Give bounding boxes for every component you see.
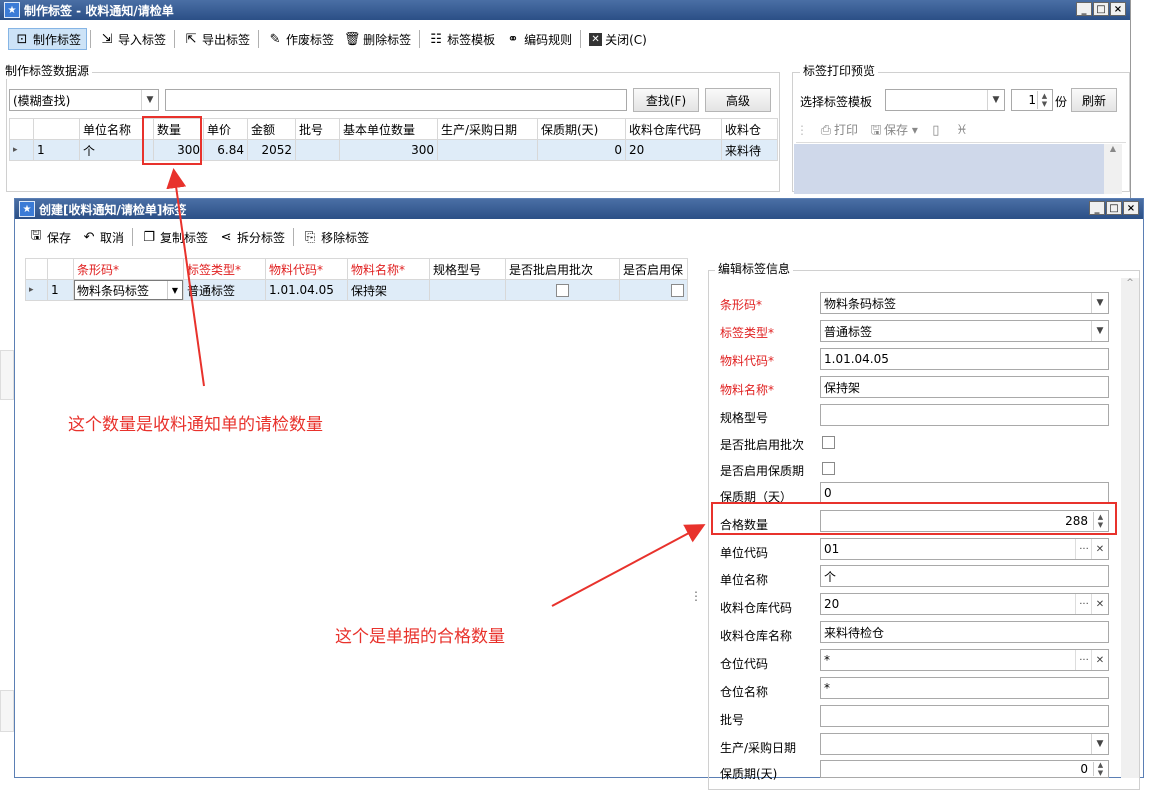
qty-annotation: 这个数量是收料通知单的请检数量 <box>68 415 323 435</box>
annotation-arrows <box>166 168 706 607</box>
qualified-annotation: 这个是单据的合格数量 <box>335 627 505 647</box>
qty-arrow <box>166 168 205 387</box>
qualified-arrow <box>551 524 706 607</box>
